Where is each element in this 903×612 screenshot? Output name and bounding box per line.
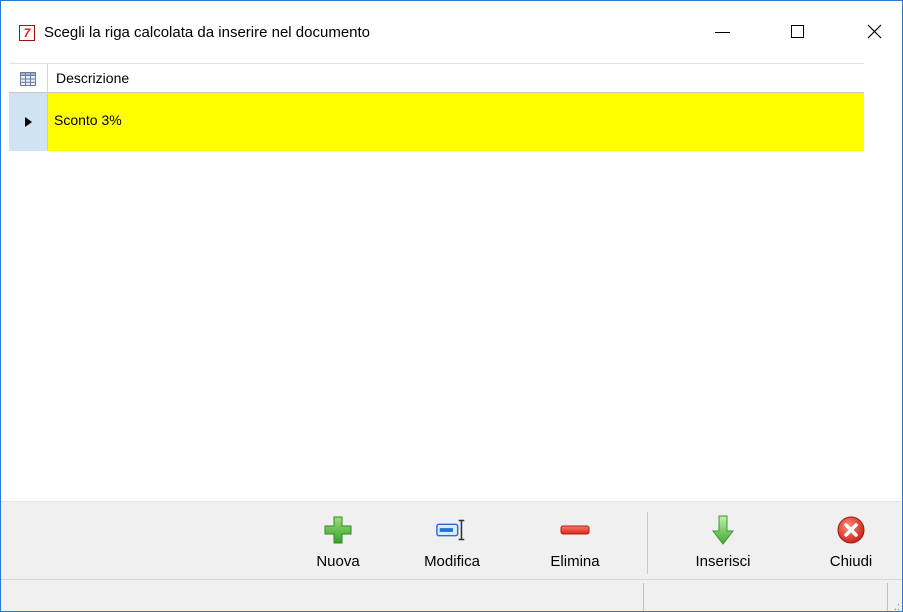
arrow-down-icon [711,515,735,545]
data-grid: Descrizione Sconto 3% [9,63,864,151]
maximize-icon [790,24,804,38]
table-row[interactable]: Sconto 3% [9,93,864,151]
nuova-button[interactable]: Nuova [298,510,378,578]
cell-descrizione[interactable]: Sconto 3% [48,93,864,151]
close-circle-icon [837,516,865,544]
edit-field-icon [436,519,465,541]
title-bar[interactable]: 7 Scegli la riga calcolata da inserire n… [1,1,902,49]
chiudi-button[interactable]: Chiudi [809,510,893,578]
modifica-label: Modifica [424,553,480,570]
minus-icon [560,525,590,535]
inserisci-label: Inserisci [695,553,751,570]
table-icon [20,72,36,86]
resize-grip-icon[interactable]: .: [894,602,900,612]
minimize-icon [714,31,730,33]
app-icon: 7 [19,25,35,41]
toolbar-separator [647,512,648,574]
plus-icon [324,516,352,544]
elimina-label: Elimina [550,553,600,570]
current-row-arrow-icon [24,117,32,127]
elimina-button[interactable]: Elimina [533,510,617,578]
status-divider [643,583,644,611]
status-divider [887,583,888,611]
cell-text: Sconto 3% [54,112,122,128]
status-bar: .: [1,579,902,612]
dialog-window: 7 Scegli la riga calcolata da inserire n… [0,0,903,612]
close-window-button[interactable] [851,13,897,49]
inserisci-button[interactable]: Inserisci [681,510,765,578]
bottom-toolbar: Nuova Modifica Elimina Inserisci Chiudi [1,501,902,580]
column-header-descrizione[interactable]: Descrizione [56,70,129,86]
minimize-button[interactable] [699,13,745,49]
grid-header: Descrizione [9,63,864,94]
window-title: Scegli la riga calcolata da inserire nel… [44,24,371,41]
nuova-label: Nuova [316,553,360,570]
grid-corner-button[interactable] [9,64,48,94]
chiudi-label: Chiudi [829,553,873,570]
row-selector[interactable] [9,93,48,151]
modifica-button[interactable]: Modifica [408,510,496,578]
maximize-button[interactable] [774,13,820,49]
close-icon [867,24,881,38]
